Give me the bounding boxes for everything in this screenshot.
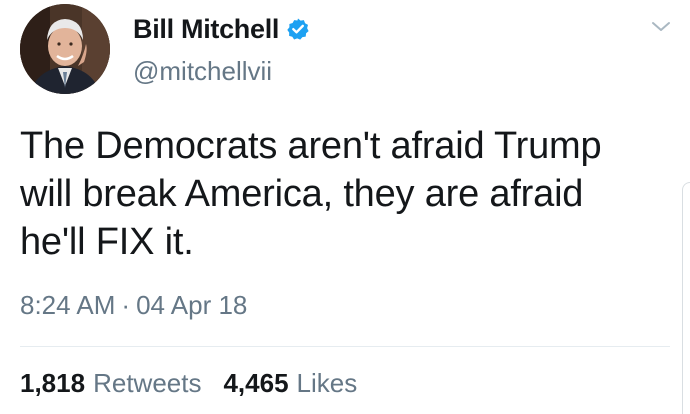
author-handle[interactable]: @mitchellvii [133, 56, 272, 86]
likes-label: Likes [296, 368, 358, 398]
divider [20, 346, 670, 347]
verified-badge-icon [286, 17, 310, 41]
tweet-time[interactable]: 8:24 AM [20, 290, 115, 320]
tweet-text: The Democrats aren't afraid Trump will b… [20, 125, 602, 263]
tweet-timestamp[interactable]: 8:24 AM · 04 Apr 18 [20, 290, 247, 320]
tweet-date[interactable]: 04 Apr 18 [136, 290, 247, 320]
retweets-label: Retweets [93, 368, 202, 398]
display-name[interactable]: Bill Mitchell [133, 14, 279, 44]
timestamp-separator: · [121, 290, 131, 320]
avatar-photo [20, 4, 110, 94]
chevron-down-icon[interactable] [650, 20, 672, 34]
scrollbar[interactable] [682, 182, 690, 414]
tweet-stats: 1,818 Retweets 4,465 Likes [20, 368, 357, 398]
retweets-stat[interactable]: 1,818 Retweets [20, 368, 201, 398]
retweets-count: 1,818 [20, 368, 86, 398]
tweet-card: Bill Mitchell @mitchellvii The Democrats… [0, 0, 690, 414]
avatar[interactable] [20, 4, 110, 94]
author-name-row[interactable]: Bill Mitchell [133, 14, 310, 44]
likes-count: 4,465 [223, 368, 289, 398]
likes-stat[interactable]: 4,465 Likes [223, 368, 357, 398]
